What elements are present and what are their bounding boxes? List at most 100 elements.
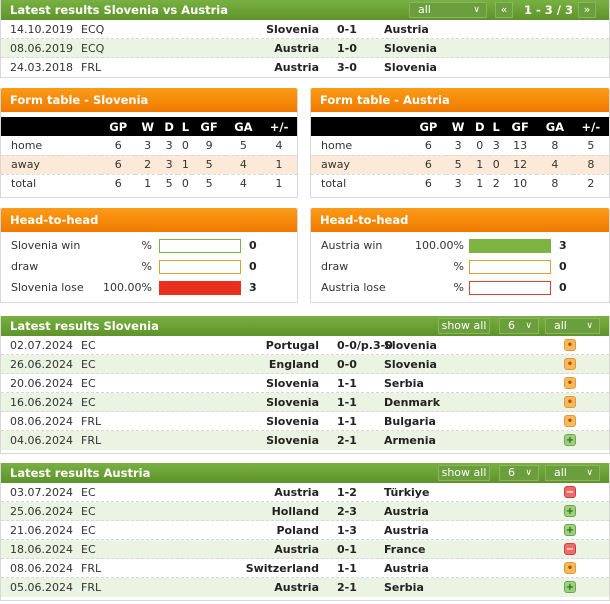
match-score[interactable]: 0-0 (337, 355, 357, 374)
stat-value: 2 (492, 177, 500, 191)
next-page-button[interactable]: » (578, 2, 596, 18)
away-team[interactable]: Slovenia (384, 58, 437, 77)
match-score[interactable]: 0-1 (337, 540, 357, 559)
chevron-down-icon: ∨ (525, 321, 532, 331)
home-team[interactable]: Austria (274, 483, 319, 502)
panel-title: Latest results Austria (10, 466, 151, 480)
column-header: W (445, 117, 471, 136)
percent-bar (469, 239, 551, 253)
stat-label: Slovenia lose (11, 281, 84, 294)
match-date: 02.07.2024 (10, 339, 73, 352)
away-team[interactable]: Serbia (384, 578, 424, 597)
away-team[interactable]: Slovenia (384, 39, 437, 58)
stat-value: 1 (261, 155, 297, 175)
home-team[interactable]: England (269, 355, 319, 374)
match-score[interactable]: 1-1 (337, 374, 357, 393)
show-all-button[interactable]: show all (438, 465, 490, 481)
percent-bar (159, 260, 241, 274)
stat-value: 4 (537, 155, 573, 175)
away-team[interactable]: Türkiye (384, 483, 429, 502)
match-row[interactable]: 18.06.2024 EC Austria 0-1 France − (1, 540, 609, 559)
form-table-header: Form table - Austria (311, 88, 609, 112)
match-row[interactable]: 14.10.2019 ECQ Slovenia 0-1 Austria (1, 20, 609, 39)
match-row[interactable]: 05.06.2024 FRL Austria 2-1 Serbia + (1, 578, 609, 597)
home-team[interactable]: Portugal (266, 336, 319, 355)
match-score[interactable]: 1-1 (337, 412, 357, 431)
away-team[interactable]: Bulgaria (384, 412, 436, 431)
match-row[interactable]: 04.06.2024 FRL Slovenia 2-1 Armenia + (1, 431, 609, 450)
double-right-icon: » (583, 3, 591, 16)
prev-page-button[interactable]: « (495, 2, 513, 18)
home-team[interactable]: Austria (274, 540, 319, 559)
match-score[interactable]: 2-1 (337, 578, 357, 597)
column-header: D (470, 117, 490, 136)
home-team[interactable]: Austria (274, 58, 319, 77)
away-team[interactable]: Serbia (384, 374, 424, 393)
match-row[interactable]: 24.03.2018 FRL Austria 3-0 Slovenia (1, 58, 609, 77)
match-score[interactable]: 2-3 (337, 502, 357, 521)
match-row[interactable]: 08.06.2019 ECQ Austria 1-0 Slovenia (1, 39, 609, 58)
show-all-button[interactable]: show all (438, 318, 490, 334)
home-team[interactable]: Slovenia (266, 393, 319, 412)
form-table-row: home 6 3 3 0 9 5 4 (1, 136, 297, 156)
competition: EC (81, 396, 96, 409)
match-row[interactable]: 02.07.2024 EC Portugal 0-0/p.3-0 Slovenia • (1, 336, 609, 355)
filter-select[interactable]: all ∨ (545, 465, 600, 481)
match-row[interactable]: 21.06.2024 EC Poland 1-3 Austria + (1, 521, 609, 540)
stat-value: 1 (470, 155, 490, 175)
match-row[interactable]: 25.06.2024 EC Holland 2-3 Austria + (1, 502, 609, 521)
home-team[interactable]: Slovenia (266, 431, 319, 450)
home-team[interactable]: Austria (274, 39, 319, 58)
match-row[interactable]: 08.06.2024 FRL Slovenia 1-1 Bulgaria • (1, 412, 609, 431)
form-table-row: away 6 5 1 0 12 4 8 (311, 155, 609, 175)
home-team[interactable]: Slovenia (266, 374, 319, 393)
row-label: total (11, 177, 37, 191)
head-to-head-list: Austria win 100.00% 3 draw% 0 Austria lose% 0 (311, 235, 609, 298)
count-select[interactable]: 6 ∨ (499, 318, 539, 334)
away-team[interactable]: Austria (384, 502, 429, 521)
count-select[interactable]: 6 ∨ (499, 465, 539, 481)
stat-value: 5 (225, 136, 262, 156)
home-team[interactable]: Slovenia (266, 412, 319, 431)
match-score[interactable]: 1-2 (337, 483, 357, 502)
match-row[interactable]: 26.06.2024 EC England 0-0 Slovenia • (1, 355, 609, 374)
match-row[interactable]: 08.06.2024 FRL Switzerland 1-1 Austria • (1, 559, 609, 578)
form-table-header: Form table - Slovenia (1, 88, 297, 112)
competition: EC (81, 339, 96, 352)
home-team[interactable]: Switzerland (246, 559, 319, 578)
column-header: +/- (572, 117, 609, 136)
home-team[interactable]: Holland (272, 502, 319, 521)
away-team[interactable]: Austria (384, 20, 429, 39)
percent-bar-fill (160, 282, 240, 294)
match-row[interactable]: 20.06.2024 EC Slovenia 1-1 Serbia • (1, 374, 609, 393)
away-team[interactable]: Slovenia (384, 355, 437, 374)
form-table-row: home 6 3 0 3 13 8 5 (311, 136, 609, 156)
home-team[interactable]: Slovenia (266, 20, 319, 39)
home-team[interactable]: Poland (276, 521, 319, 540)
match-score[interactable]: 1-1 (337, 393, 357, 412)
filter-select[interactable]: all ∨ (545, 318, 600, 334)
away-team[interactable]: Denmark (384, 393, 440, 412)
match-score[interactable]: 1-1 (337, 559, 357, 578)
column-header: GP (411, 117, 446, 136)
chevron-down-icon: ∨ (525, 468, 532, 478)
stat-label: draw (11, 260, 39, 273)
match-score[interactable]: 1-3 (337, 521, 357, 540)
match-score[interactable]: 2-1 (337, 431, 357, 450)
away-team[interactable]: France (384, 540, 425, 559)
stat-value: 5 (192, 155, 226, 175)
match-score[interactable]: 3-0 (337, 58, 357, 77)
away-team[interactable]: Slovenia (384, 336, 437, 355)
competition: EC (81, 377, 96, 390)
away-team[interactable]: Armenia (384, 431, 436, 450)
home-team[interactable]: Austria (274, 578, 319, 597)
filter-select[interactable]: all ∨ (409, 2, 487, 18)
away-team[interactable]: Austria (384, 521, 429, 540)
match-row[interactable]: 03.07.2024 EC Austria 1-2 Türkiye − (1, 483, 609, 502)
latest-results-slovenia-panel: Latest results Slovenia show all 6 ∨ all… (0, 316, 610, 454)
away-team[interactable]: Austria (384, 559, 429, 578)
match-score[interactable]: 0-1 (337, 20, 357, 39)
match-row[interactable]: 16.06.2024 EC Slovenia 1-1 Denmark • (1, 393, 609, 412)
match-score[interactable]: 1-0 (337, 39, 357, 58)
row-label: home (1, 136, 101, 156)
